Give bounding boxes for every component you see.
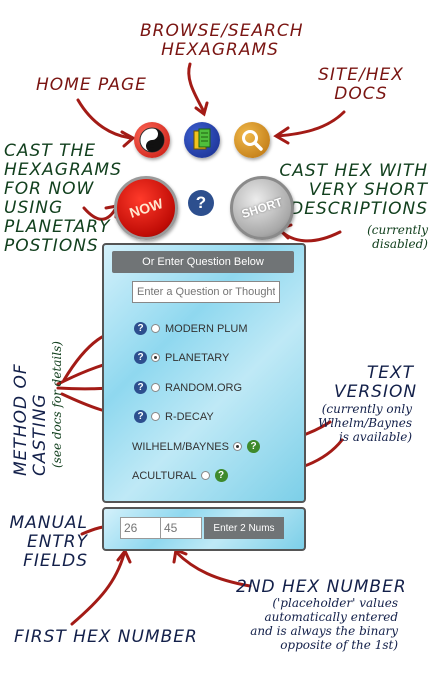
hex1-input[interactable] [120,517,162,539]
question-input[interactable] [132,281,280,303]
cast-short-annotation: CAST HEX WITH VERY SHORT DESCRIPTIONS [279,161,428,220]
browse-annotation: BROWSE/SEARCH HEXAGRAMS [140,21,304,61]
second-hex-note: ('placeholder' values automatically ente… [250,596,398,653]
question-header: Or Enter Question Below [112,251,294,273]
help-icon: ? [195,193,207,212]
method-annotation: METHOD OF CASTING [11,363,51,476]
radio-random-org[interactable] [151,383,160,392]
casting-panel: Or Enter Question Below ? MODERN PLUM ? … [102,243,306,503]
method-option-random-org[interactable]: ? RANDOM.ORG [134,381,242,394]
radio-modern-plum[interactable] [151,324,160,333]
version-option-wilhelm-baynes[interactable]: WILHELM/BAYNES ? [132,440,264,453]
radio-wilhelm-baynes[interactable] [233,442,242,451]
manual-entry-panel: Enter 2 Nums [102,507,306,551]
short-button[interactable]: SHORT [230,176,294,240]
browse-icon[interactable] [184,122,220,158]
method-label: MODERN PLUM [165,322,248,335]
yin-yang-icon [139,127,165,153]
enter-nums-button[interactable]: Enter 2 Nums [204,517,284,539]
search-icon [242,130,263,151]
home-icon[interactable] [134,122,170,158]
version-label: WILHELM/BAYNES [132,440,229,453]
help-button[interactable]: ? [188,190,214,216]
home-annotation: HOME PAGE [36,75,147,95]
hex2-input[interactable] [160,517,202,539]
method-annotation-block: METHOD OF CASTING (see docs for details) [11,276,65,476]
method-note: (see docs for details) [50,341,65,468]
text-version-annotation: TEXT VERSION [334,363,418,403]
now-button[interactable]: NOW [114,176,178,240]
radio-acultural[interactable] [200,471,210,480]
radio-planetary[interactable] [151,353,160,362]
book-icon [193,128,211,150]
help-icon[interactable]: ? [134,322,147,335]
method-option-planetary[interactable]: ? PLANETARY [134,351,229,364]
manual-annotation: MANUAL ENTRY FIELDS [9,513,88,572]
method-label: R-DECAY [165,410,214,423]
now-label: NOW [127,195,165,221]
first-hex-annotation: FIRST HEX NUMBER [14,627,198,647]
cast-short-note: (currently disabled) [367,223,428,252]
short-label: SHORT [239,194,285,222]
help-icon[interactable]: ? [134,381,147,394]
method-label: RANDOM.ORG [165,381,242,394]
help-icon[interactable]: ? [214,469,228,482]
version-option-acultural[interactable]: ACULTURAL ? [132,469,232,482]
text-version-note: (currently only Wlhelm/Baynes is availab… [317,402,412,445]
version-label: ACULTURAL [132,469,197,482]
help-icon[interactable]: ? [247,440,260,453]
second-hex-annotation: 2ND HEX NUMBER [236,577,407,597]
docs-annotation: SITE/HEX DOCS [318,65,404,105]
radio-r-decay[interactable] [151,412,160,421]
method-option-r-decay[interactable]: ? R-DECAY [134,410,214,423]
cast-now-annotation: CAST THE HEXAGRAMS FOR NOW USING PLANETA… [4,141,122,257]
method-option-modern-plum[interactable]: ? MODERN PLUM [134,322,248,335]
help-icon[interactable]: ? [134,410,147,423]
help-icon[interactable]: ? [134,351,147,364]
method-label: PLANETARY [165,351,230,364]
docs-icon[interactable] [234,122,270,158]
